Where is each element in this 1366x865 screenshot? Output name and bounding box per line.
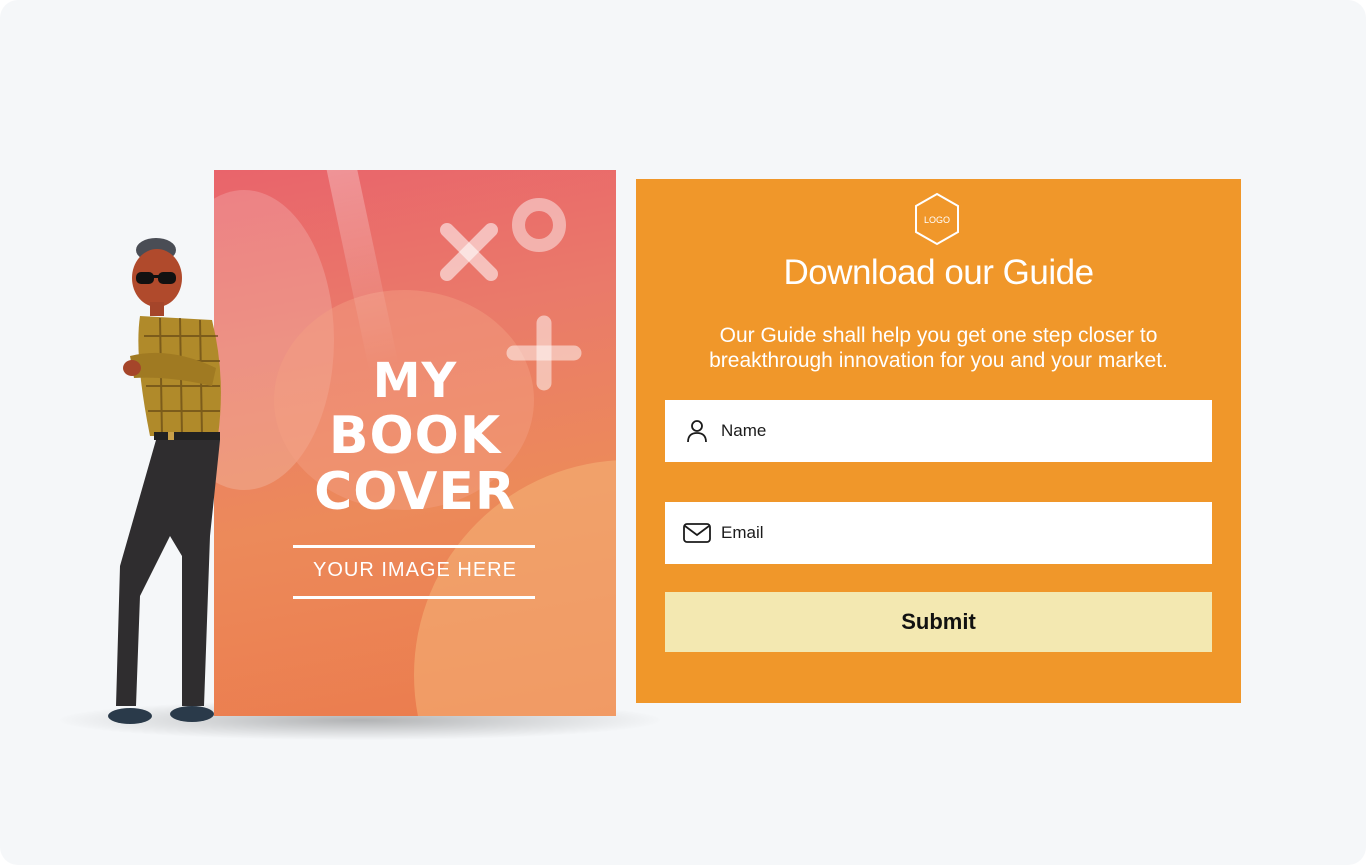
submit-button[interactable]: Submit: [665, 592, 1212, 652]
book-cover: MY BOOK COVER YOUR IMAGE HERE: [214, 170, 616, 716]
divider: [293, 545, 535, 548]
landing-canvas: MY BOOK COVER YOUR IMAGE HERE LOGO Downl…: [0, 0, 1366, 865]
book-title-line: COVER: [314, 462, 516, 522]
circle-shape-icon: [512, 198, 566, 252]
download-form-panel: LOGO Download our Guide Our Guide shall …: [636, 179, 1241, 703]
form-title: Download our Guide: [783, 253, 1094, 292]
character-illustration: [108, 238, 221, 724]
x-shape-icon: [440, 223, 498, 281]
envelope-icon: [683, 519, 711, 547]
book-title-line: MY: [372, 353, 458, 409]
email-input[interactable]: [719, 501, 1212, 565]
divider: [293, 596, 535, 599]
name-input[interactable]: [719, 399, 1212, 463]
logo-hexagon: LOGO: [915, 192, 959, 246]
user-icon: [683, 417, 711, 445]
logo-text: LOGO: [924, 215, 950, 225]
form-description: Our Guide shall help you get one step cl…: [709, 324, 1168, 372]
name-field[interactable]: [665, 399, 1212, 463]
email-field[interactable]: [665, 501, 1212, 565]
book-subtitle: YOUR IMAGE HERE: [313, 559, 517, 581]
book-title-line: BOOK: [328, 406, 502, 466]
